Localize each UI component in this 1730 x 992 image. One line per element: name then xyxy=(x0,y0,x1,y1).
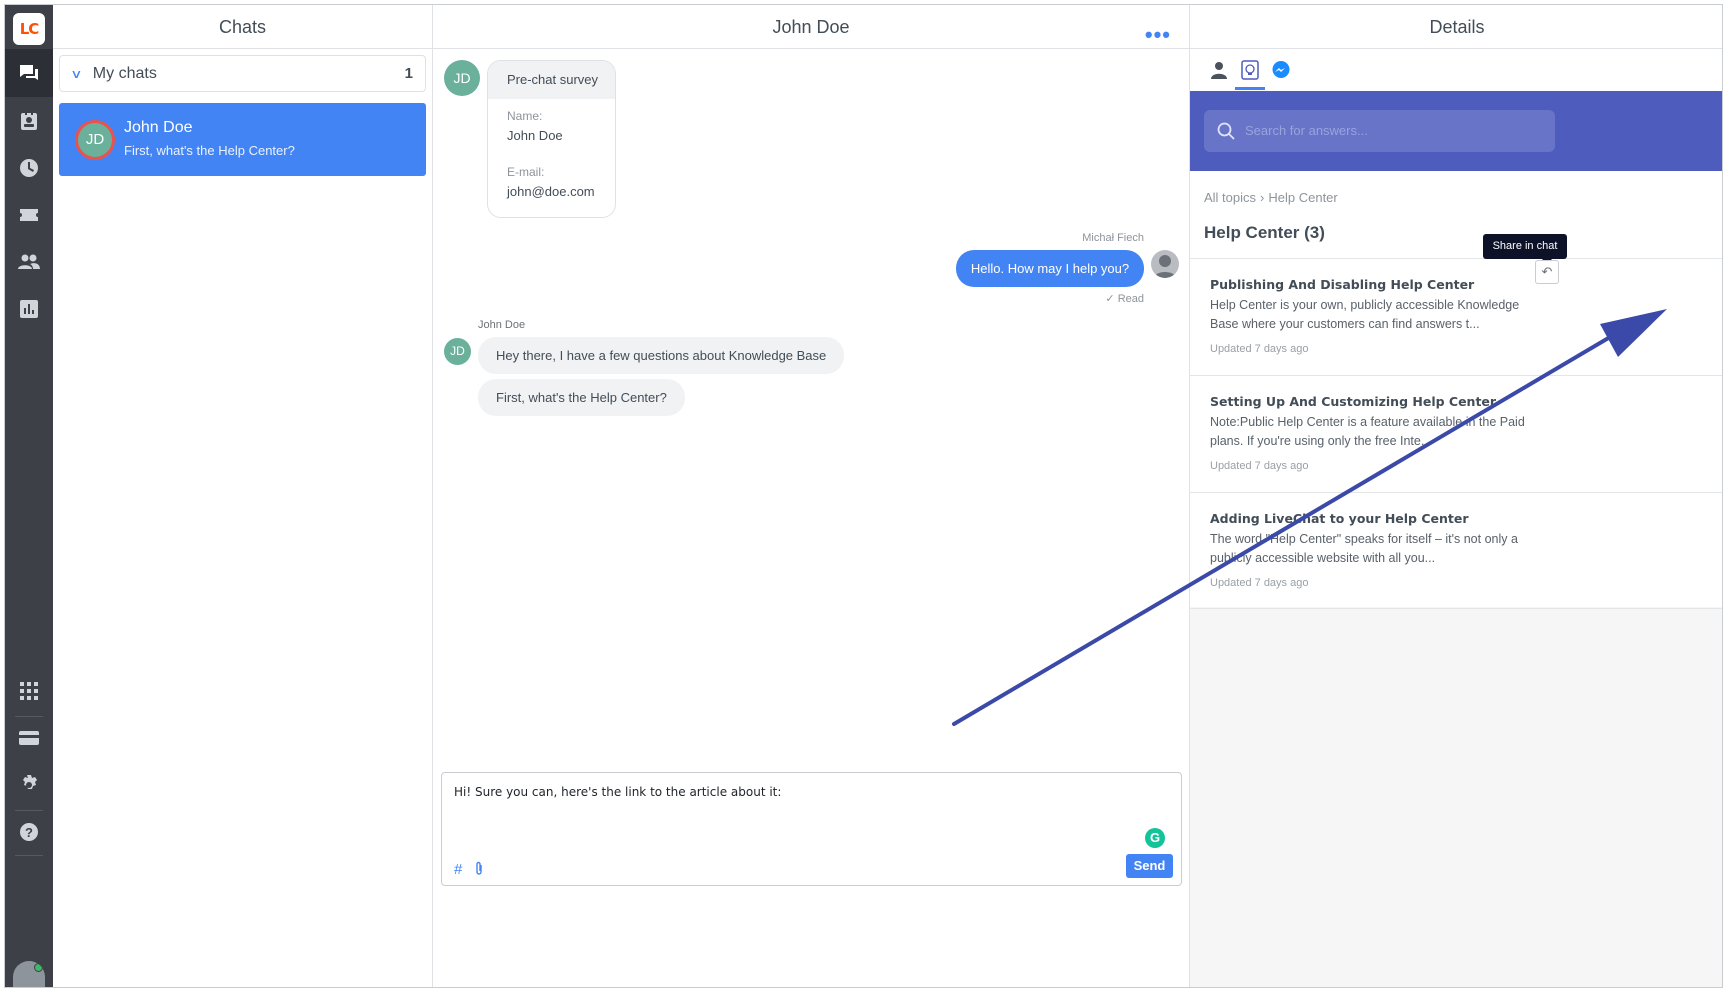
nav-apps-icon[interactable] xyxy=(5,667,53,715)
my-chats-count: 1 xyxy=(404,65,413,82)
attachment-icon[interactable] xyxy=(474,861,484,879)
chat-customer-name: John Doe xyxy=(124,119,193,136)
grammarly-icon[interactable]: G xyxy=(1145,828,1165,848)
chat-list-item[interactable]: JD John Doe First, what's the Help Cente… xyxy=(59,103,426,176)
article-updated: Updated 7 days ago xyxy=(1210,460,1309,472)
breadcrumb-root[interactable]: All topics xyxy=(1204,190,1256,205)
article-updated: Updated 7 days ago xyxy=(1210,577,1309,589)
article-title[interactable]: Setting Up And Customizing Help Center xyxy=(1210,394,1704,409)
nav-tickets-icon[interactable] xyxy=(5,191,53,239)
check-icon: ✓ xyxy=(1105,293,1115,305)
survey-name-label: Name: xyxy=(507,109,543,123)
chats-title: Chats xyxy=(53,5,432,49)
survey-name-value: John Doe xyxy=(507,128,563,143)
share-in-chat-tooltip: Share in chat xyxy=(1483,234,1567,264)
details-title: Details xyxy=(1190,5,1722,49)
article-title[interactable]: Adding LiveChat to your Help Center xyxy=(1210,511,1704,526)
nav-reports-icon[interactable] xyxy=(5,285,53,333)
customer-name: John Doe xyxy=(478,319,526,331)
conversation-header: John Doe ••• xyxy=(433,5,1189,49)
canned-responses-hash-icon[interactable]: # xyxy=(454,861,462,878)
rail-divider xyxy=(15,855,43,856)
send-button[interactable]: Send xyxy=(1126,854,1173,878)
read-status: Read xyxy=(1117,293,1144,305)
nav-chats-icon[interactable] xyxy=(5,49,53,97)
breadcrumb: All topics › Help Center xyxy=(1204,190,1338,205)
nav-billing-icon[interactable] xyxy=(5,714,53,762)
active-tab-indicator xyxy=(1235,87,1265,90)
nav-help-icon[interactable]: ? xyxy=(5,808,53,856)
livechat-logo: LC xyxy=(13,13,45,45)
nav-archives-icon[interactable] xyxy=(5,144,53,192)
kb-article-list: All topics › Help Center Help Center (3) P… xyxy=(1190,171,1722,609)
customer-avatar: JD xyxy=(444,60,480,96)
agent-name: Michał Fiech xyxy=(1082,232,1144,244)
article-excerpt: The word "Help Center" speaks for itself… xyxy=(1210,532,1518,565)
survey-email-label: E-mail: xyxy=(507,165,545,179)
svg-text:?: ? xyxy=(25,825,33,840)
article-excerpt: Help Center is your own, publicly access… xyxy=(1210,298,1520,331)
conversation-title: John Doe xyxy=(772,17,850,37)
my-chats-group[interactable]: ∨ My chats 1 xyxy=(59,55,426,92)
nav-customers-icon[interactable] xyxy=(5,97,53,145)
agent-message-bubble: Hello. How may I help you? xyxy=(956,250,1144,287)
my-chats-label: My chats xyxy=(92,64,157,82)
chats-panel: Chats ∨ My chats 1 JD John Doe First, wh… xyxy=(53,5,433,987)
online-status-dot xyxy=(34,963,43,972)
messenger-icon[interactable] xyxy=(1267,57,1295,83)
nav-settings-icon[interactable] xyxy=(5,761,53,809)
composer-text[interactable]: Hi! Sure you can, here's the link to the… xyxy=(454,785,781,799)
pre-chat-survey-card: Pre-chat survey Name: John Doe E-mail: j… xyxy=(487,60,616,218)
search-icon xyxy=(1217,122,1235,140)
customer-message-bubble: Hey there, I have a few questions about … xyxy=(478,337,845,374)
agent-avatar xyxy=(1151,250,1179,278)
chevron-down-icon: ∨ xyxy=(70,66,83,81)
conversation-panel: John Doe ••• JD Pre-chat survey Name: Jo… xyxy=(433,5,1190,987)
message-composer[interactable]: Hi! Sure you can, here's the link to the… xyxy=(441,772,1182,886)
ellipsis-icon[interactable]: ••• xyxy=(1145,13,1171,57)
customer-avatar: JD xyxy=(75,120,115,160)
kb-section-title: Help Center (3) xyxy=(1204,223,1325,242)
survey-email-value: john@doe.com xyxy=(507,184,595,199)
customer-avatar-small: JD xyxy=(444,338,471,365)
nav-rail: LC ? xyxy=(5,5,53,987)
app-window: LC ? Chats ∨ My chats 1 JD John Doe Firs… xyxy=(4,4,1723,988)
knowledge-base-header: Search for answers... xyxy=(1190,91,1722,171)
my-profile-avatar[interactable] xyxy=(13,961,45,987)
kb-search-input[interactable]: Search for answers... xyxy=(1204,110,1555,152)
kb-article[interactable]: Adding LiveChat to your Help Center The … xyxy=(1190,492,1722,609)
details-panel: Details Search for answers... All topics… xyxy=(1190,5,1722,987)
details-tabs xyxy=(1190,49,1722,91)
knowledge-base-icon[interactable] xyxy=(1236,57,1264,83)
read-receipt: ✓ Read xyxy=(1105,292,1144,305)
survey-title: Pre-chat survey xyxy=(488,61,615,99)
breadcrumb-current: Help Center xyxy=(1268,190,1338,205)
article-title[interactable]: Publishing And Disabling Help Center xyxy=(1210,277,1704,292)
kb-article[interactable]: Setting Up And Customizing Help Center N… xyxy=(1190,375,1722,492)
chat-last-message: First, what's the Help Center? xyxy=(124,143,295,158)
list-divider xyxy=(1190,608,1722,609)
chevron-right-icon: › xyxy=(1260,190,1265,205)
kb-article[interactable]: Publishing And Disabling Help Center Hel… xyxy=(1190,258,1722,375)
nav-agents-icon[interactable] xyxy=(5,238,53,286)
customer-icon[interactable] xyxy=(1205,57,1233,83)
customer-message-bubble: First, what's the Help Center? xyxy=(478,379,685,416)
article-updated: Updated 7 days ago xyxy=(1210,343,1309,355)
share-in-chat-icon[interactable]: ↶ xyxy=(1535,260,1559,284)
article-excerpt: Note:Public Help Center is a feature ava… xyxy=(1210,415,1525,448)
